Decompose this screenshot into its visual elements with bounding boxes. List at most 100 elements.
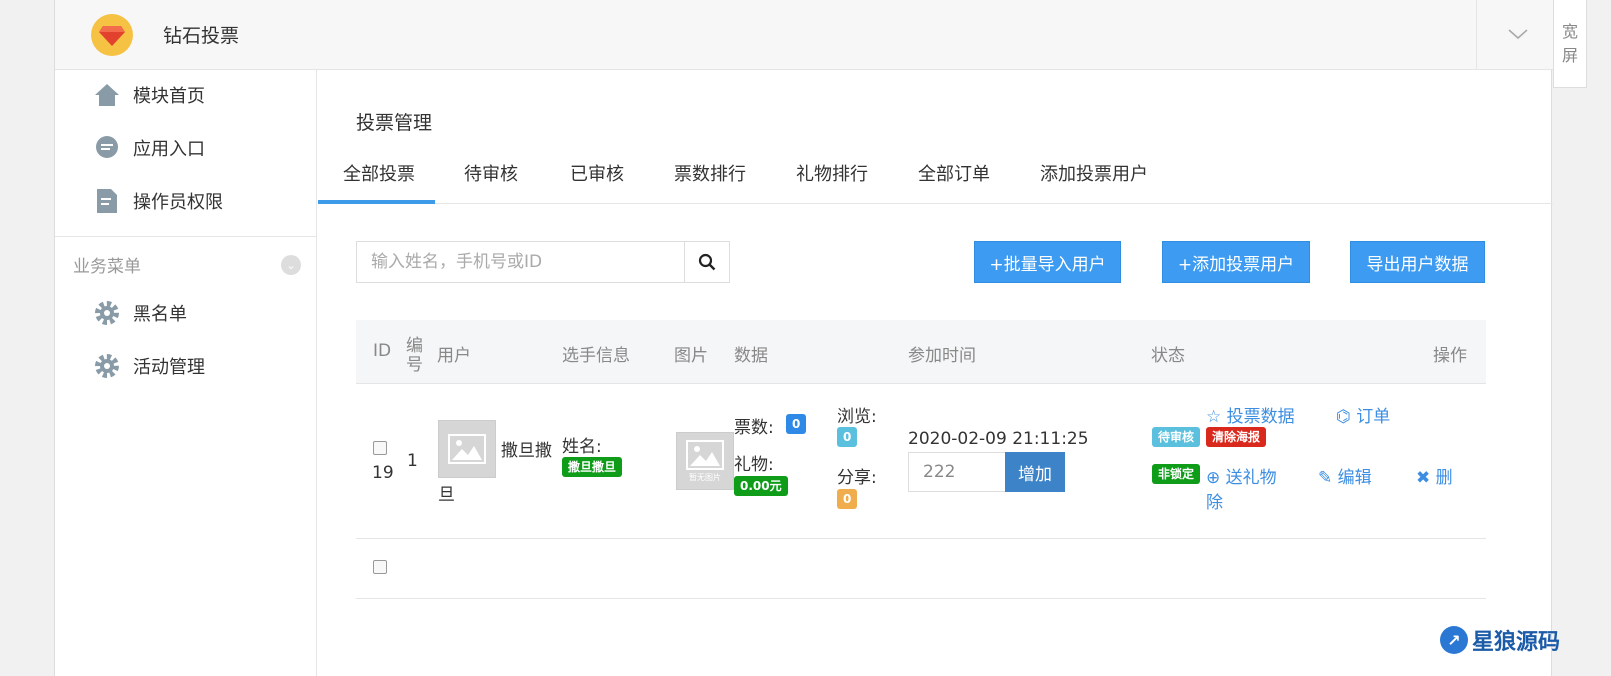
header-image: 图片 [674,346,708,366]
delete-link[interactable]: ✖ 删 [1416,463,1453,488]
divider [55,236,317,237]
chat-icon [93,134,121,162]
gear-icon [93,352,121,380]
link-label: 编辑 [1337,468,1372,488]
player-name-badge: 撒旦撒旦 [562,457,623,477]
document-icon [93,187,121,215]
sidebar: 模块首页 应用入口 操作员权限 业务菜单 ⌄ 黑名单 活动管理 [55,70,317,676]
tab-all-votes[interactable]: 全部投票 [318,160,435,204]
sidebar-item-label: 活动管理 [133,357,205,378]
views-badge: 0 [837,427,858,447]
add-amount-input[interactable]: 222 [908,452,1005,492]
votes-badge: 0 [786,414,807,434]
player-image: 暂无图片 [676,432,734,490]
row-id: 19 [372,463,394,483]
search-box [356,241,730,283]
close-icon: ✖ [1416,468,1436,488]
player-name-label: 姓名: [562,437,602,457]
tab-reviewed[interactable]: 已审核 [570,160,624,204]
vote-data-link[interactable]: ☆ 投票数据 [1206,402,1295,427]
divider [1476,0,1477,70]
sidebar-item-label: 黑名单 [133,304,187,325]
wide-screen-label: 宽 [1561,22,1578,41]
add-button[interactable]: 增加 [1005,452,1065,492]
watermark-text: 星狼源码 [1472,630,1561,655]
sidebar-item-label: 操作员权限 [133,192,223,213]
user-name: 撒旦撒 [501,441,552,461]
table-header: ID 编 号 用户 选手信息 图片 数据 参加时间 状态 操作 [356,320,1486,384]
sidebar-item-activity-management[interactable]: 活动管理 [93,351,205,381]
sidebar-group-label: 业务菜单 [73,257,141,277]
gift-label: 礼物: [734,455,774,475]
star-icon: ☆ [1206,407,1227,427]
header-user: 用户 [437,346,471,366]
join-time: 2020-02-09 21:11:25 [908,429,1089,449]
plus-circle-icon: ⊕ [1206,468,1226,488]
header-player-info: 选手信息 [562,346,630,366]
main-content: 投票管理 全部投票 待审核 已审核 票数排行 礼物排行 全部订单 添加投票用户 … [318,70,1553,676]
sidebar-item-app-entry[interactable]: 应用入口 [93,133,205,163]
header-status: 状态 [1151,346,1185,366]
search-input[interactable] [357,242,685,282]
chevron-down-icon[interactable] [1507,23,1529,45]
chevron-down-icon[interactable]: ⌄ [281,255,301,275]
search-icon[interactable] [684,242,729,282]
top-bar: 钻石投票 [55,0,1553,70]
link-label: 删 [1435,468,1453,488]
add-vote-user-button[interactable]: +添加投票用户 [1162,241,1310,283]
batch-import-button[interactable]: +批量导入用户 [974,241,1121,283]
votes-label: 票数: [734,418,774,438]
tab-add-vote-user[interactable]: 添加投票用户 [1040,160,1148,204]
page-title: 投票管理 [356,112,433,134]
sidebar-item-operator-permissions[interactable]: 操作员权限 [93,186,223,216]
header-join-time: 参加时间 [908,346,976,366]
send-gift-link-wrap[interactable]: 除 [1206,488,1223,513]
tab-all-orders[interactable]: 全部订单 [918,160,990,204]
app-title: 钻石投票 [163,25,240,47]
home-icon [93,81,121,109]
header-actions: 操作 [1433,346,1467,366]
link-label: 送礼物 [1225,468,1277,488]
views-label: 浏览: [837,407,877,427]
watermark-logo: ↗ 星狼源码 [1440,624,1560,656]
row-checkbox[interactable] [373,441,387,455]
row-divider [356,598,1486,599]
edit-link[interactable]: ✎ 编辑 [1318,463,1372,488]
sidebar-item-blacklist[interactable]: 黑名单 [93,298,187,328]
share-label: 分享: [837,468,877,488]
tab-gift-ranking[interactable]: 礼物排行 [796,160,868,204]
header-id: ID [373,341,392,361]
sidebar-item-home[interactable]: 模块首页 [93,80,205,110]
app-frame: 钻石投票 模块首页 应用入口 操作员权限 业务菜单 ⌄ 黑名单 活动管理 投票管… [54,0,1553,676]
tab-pending-review[interactable]: 待审核 [464,160,518,204]
image-placeholder-icon [448,434,486,464]
orders-link[interactable]: ⌬ 订单 [1336,402,1390,427]
wide-screen-button[interactable]: 宽 屏 [1553,0,1587,88]
link-label: 订单 [1356,407,1391,427]
wide-screen-label: 屏 [1561,46,1578,65]
header-data: 数据 [734,346,768,366]
status-pending-badge[interactable]: 待审核 [1152,427,1201,447]
sidebar-item-label: 模块首页 [133,86,205,107]
tab-vote-ranking[interactable]: 票数排行 [674,160,746,204]
share-badge: 0 [837,489,858,509]
header-number: 号 [406,355,423,375]
cube-icon: ⌬ [1336,407,1357,427]
row-divider [356,538,1486,539]
image-placeholder-icon [686,439,724,470]
status-unlocked-badge[interactable]: 非锁定 [1152,464,1201,484]
clear-poster-badge[interactable]: 清除海报 [1206,427,1267,447]
user-name: 旦 [438,485,455,505]
row-number: 1 [407,451,418,471]
gear-icon [93,299,121,327]
wolf-icon: ↗ [1440,626,1468,654]
edit-icon: ✎ [1318,468,1338,488]
link-label: 投票数据 [1226,407,1295,427]
tab-bar: 全部投票 待审核 已审核 票数排行 礼物排行 全部订单 添加投票用户 [318,160,1553,204]
export-data-button[interactable]: 导出用户数据 [1350,241,1485,283]
sidebar-item-label: 应用入口 [133,139,205,160]
diamond-logo-icon [91,14,133,56]
send-gift-link[interactable]: ⊕ 送礼物 [1206,463,1277,488]
user-avatar [438,420,496,478]
row-checkbox[interactable] [373,560,387,574]
